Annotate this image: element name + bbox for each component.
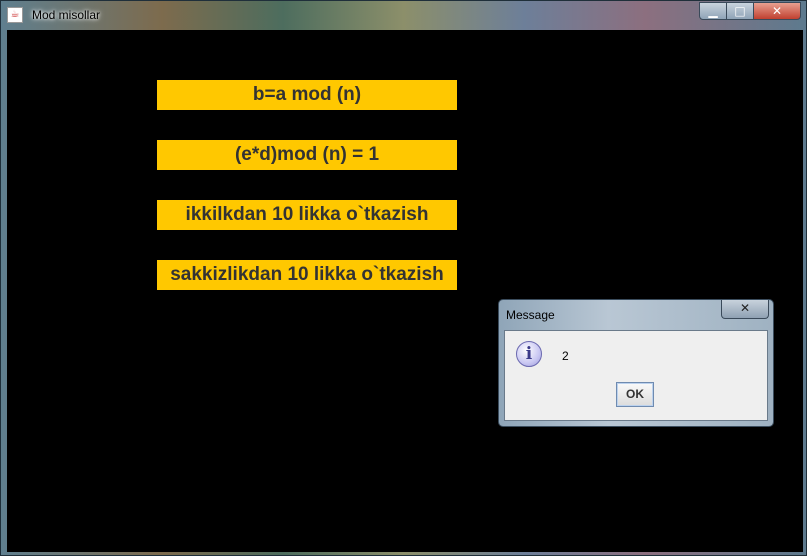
close-button[interactable]: ✕ xyxy=(753,2,801,20)
ok-button[interactable]: OK xyxy=(616,382,654,407)
dialog-title: Message xyxy=(506,308,555,322)
minimize-icon: ▁ xyxy=(708,4,718,18)
close-icon: ✕ xyxy=(739,301,751,315)
dialog-close-button[interactable]: ✕ xyxy=(721,300,769,319)
close-icon: ✕ xyxy=(771,4,783,18)
app-window: ☕ Mod misollar ▁ □ ✕ b=a mod (n) (e*d)mo… xyxy=(0,0,807,556)
dialog-message: 2 xyxy=(562,349,569,363)
maximize-button[interactable]: □ xyxy=(726,2,754,20)
java-cup-icon: ☕ xyxy=(7,7,23,23)
binary-to-decimal-button[interactable]: ikkilkdan 10 likka o`tkazish xyxy=(157,200,457,230)
octal-to-decimal-button[interactable]: sakkizlikdan 10 likka o`tkazish xyxy=(157,260,457,290)
minimize-button[interactable]: ▁ xyxy=(699,2,727,20)
dialog-body: i 2 OK xyxy=(504,330,768,421)
mod-button[interactable]: b=a mod (n) xyxy=(157,80,457,110)
inverse-mod-button[interactable]: (e*d)mod (n) = 1 xyxy=(157,140,457,170)
title-bar[interactable]: ☕ Mod misollar ▁ □ ✕ xyxy=(1,1,806,30)
maximize-icon: □ xyxy=(734,4,746,18)
info-icon: i xyxy=(516,341,542,367)
message-dialog: Message ✕ i 2 OK xyxy=(498,299,774,427)
window-title: Mod misollar xyxy=(32,8,101,22)
main-panel: b=a mod (n) (e*d)mod (n) = 1 ikkilkdan 1… xyxy=(7,30,803,552)
